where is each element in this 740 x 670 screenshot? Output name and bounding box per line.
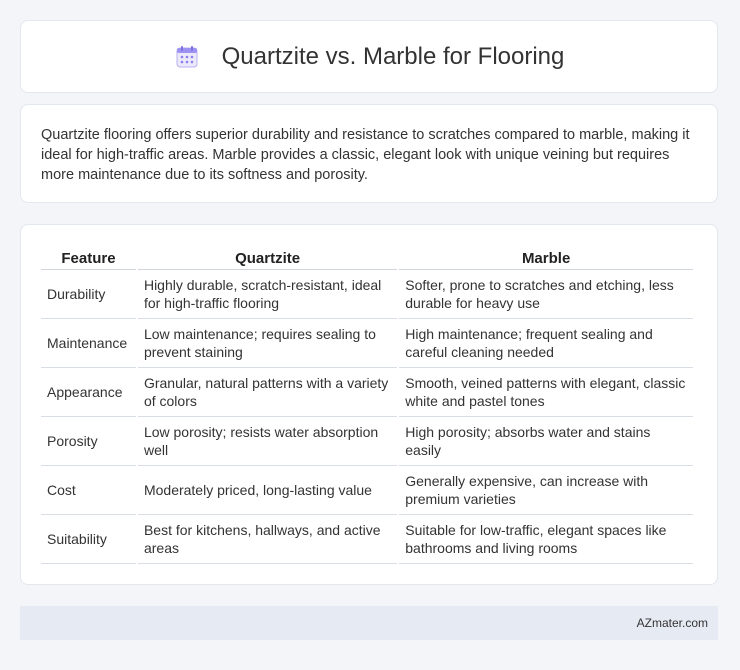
- feature-cell: Porosity: [41, 417, 136, 466]
- title-wrap: Quartzite vs. Marble for Flooring: [174, 42, 565, 71]
- marble-cell: High porosity; absorbs water and stains …: [399, 417, 693, 466]
- quartzite-cell: Granular, natural patterns with a variet…: [137, 368, 398, 417]
- header-marble: Marble: [399, 247, 693, 270]
- marble-cell: Suitable for low-traffic, elegant spaces…: [399, 515, 693, 564]
- feature-cell: Cost: [41, 466, 136, 515]
- quartzite-cell: Moderately priced, long-lasting value: [137, 466, 398, 515]
- table-row: Cost Moderately priced, long-lasting val…: [41, 466, 693, 515]
- marble-cell: Generally expensive, can increase with p…: [399, 466, 693, 515]
- header-feature: Feature: [41, 247, 136, 270]
- table-row: Maintenance Low maintenance; requires se…: [41, 319, 693, 368]
- page-title: Quartzite vs. Marble for Flooring: [221, 42, 565, 70]
- table-row: Porosity Low porosity; resists water abs…: [41, 417, 693, 466]
- summary-card: Quartzite flooring offers superior durab…: [20, 104, 718, 203]
- table-row: Durability Highly durable, scratch-resis…: [41, 270, 693, 319]
- table-header-row: Feature Quartzite Marble: [41, 247, 693, 270]
- title-card: Quartzite vs. Marble for Flooring: [20, 20, 718, 93]
- marble-cell: Smooth, veined patterns with elegant, cl…: [399, 368, 693, 417]
- feature-cell: Durability: [41, 270, 136, 319]
- feature-cell: Maintenance: [41, 319, 136, 368]
- table-card: Feature Quartzite Marble Durability High…: [20, 224, 718, 585]
- quartzite-cell: Highly durable, scratch-resistant, ideal…: [137, 270, 398, 319]
- feature-cell: Appearance: [41, 368, 136, 417]
- header-quartzite: Quartzite: [137, 247, 398, 270]
- comparison-table: Feature Quartzite Marble Durability High…: [39, 247, 695, 564]
- marble-cell: High maintenance; frequent sealing and c…: [399, 319, 693, 368]
- table-row: Suitability Best for kitchens, hallways,…: [41, 515, 693, 564]
- footer-brand: AZmater.com: [636, 616, 708, 630]
- quartzite-cell: Low maintenance; requires sealing to pre…: [137, 319, 398, 368]
- feature-cell: Suitability: [41, 515, 136, 564]
- marble-cell: Softer, prone to scratches and etching, …: [399, 270, 693, 319]
- quartzite-cell: Best for kitchens, hallways, and active …: [137, 515, 398, 564]
- table-row: Appearance Granular, natural patterns wi…: [41, 368, 693, 417]
- quartzite-cell: Low porosity; resists water absorption w…: [137, 417, 398, 466]
- summary-text: Quartzite flooring offers superior durab…: [41, 127, 690, 183]
- calendar-icon: [174, 44, 200, 70]
- footer: AZmater.com: [20, 606, 718, 640]
